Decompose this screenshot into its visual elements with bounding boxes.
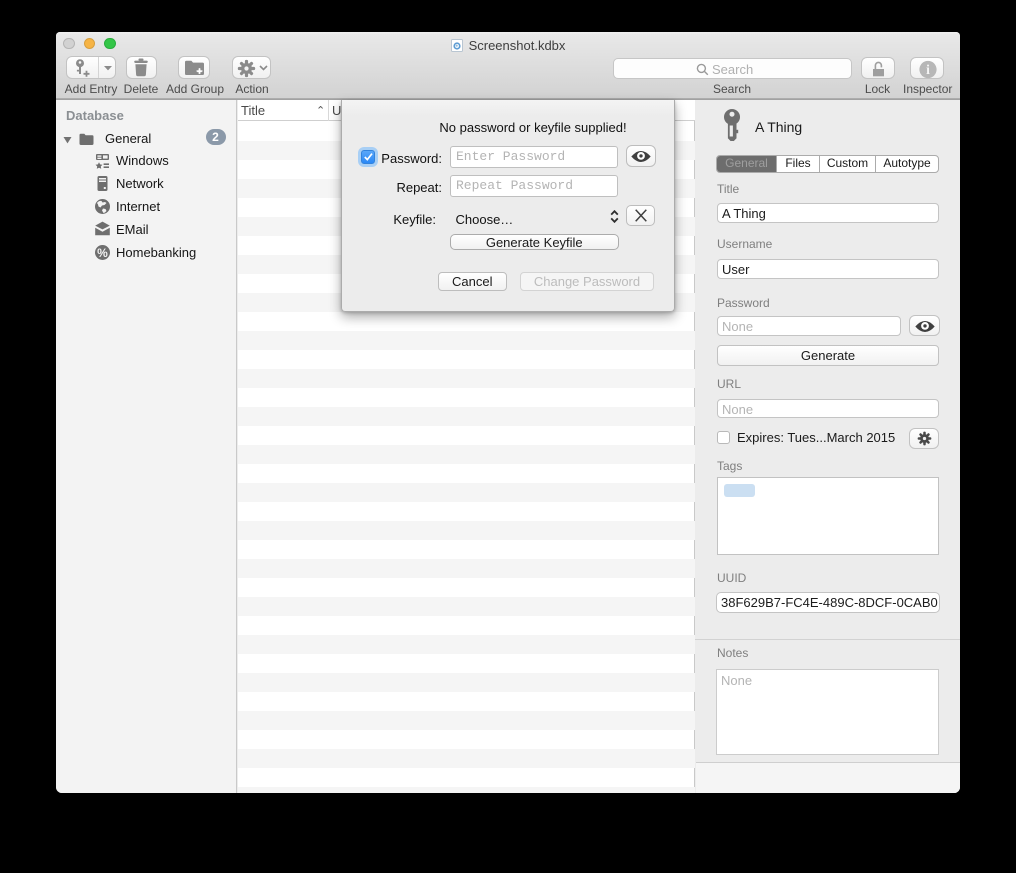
svg-text:%: % (97, 246, 108, 260)
svg-text:i: i (926, 62, 930, 77)
